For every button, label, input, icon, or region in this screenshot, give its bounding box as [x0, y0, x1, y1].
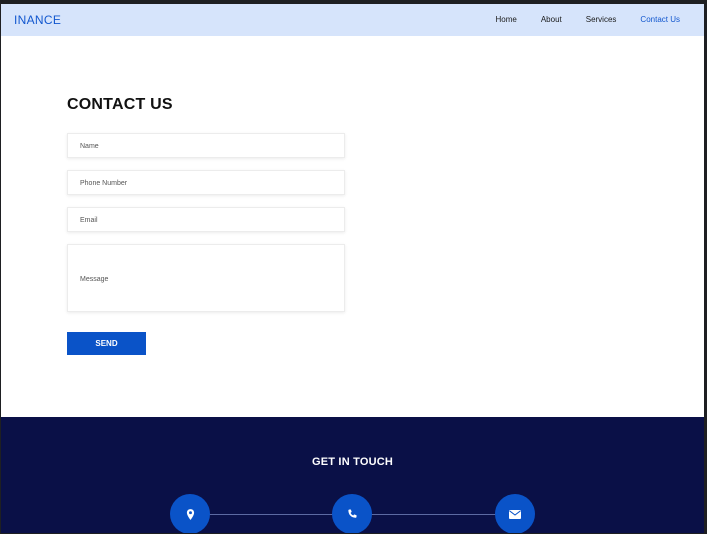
phone-field[interactable]: Phone Number [67, 170, 345, 195]
location-icon [186, 508, 194, 520]
location-button[interactable] [170, 494, 210, 533]
name-field[interactable]: Name [67, 133, 345, 158]
brand-logo[interactable]: INANCE [14, 13, 61, 27]
nav-about[interactable]: About [541, 15, 562, 24]
message-placeholder: Message [80, 276, 109, 283]
email-field[interactable]: Email [67, 207, 345, 232]
page: INANCE Home About Services Contact Us CO… [1, 4, 704, 533]
navbar: INANCE Home About Services Contact Us [1, 4, 704, 36]
footer-title: GET IN TOUCH [311, 456, 394, 468]
envelope-icon [509, 509, 521, 519]
phone-icon [347, 509, 357, 518]
phone-placeholder: Phone Number [80, 180, 128, 187]
nav-menu: Home About Services Contact Us [471, 15, 680, 24]
email-button[interactable] [495, 494, 535, 533]
nav-services[interactable]: Services [586, 15, 617, 24]
footer: GET IN TOUCH [1, 417, 704, 533]
page-title: CONTACT US [67, 96, 173, 113]
send-button[interactable]: SEND [67, 332, 146, 355]
name-placeholder: Name [80, 143, 99, 150]
contact-section: CONTACT US Name Phone Number Email Messa… [67, 96, 347, 355]
nav-contact-us[interactable]: Contact Us [640, 15, 680, 24]
nav-home[interactable]: Home [495, 15, 516, 24]
phone-button[interactable] [332, 494, 372, 533]
email-placeholder: Email [80, 217, 98, 224]
message-field[interactable]: Message [67, 244, 345, 312]
